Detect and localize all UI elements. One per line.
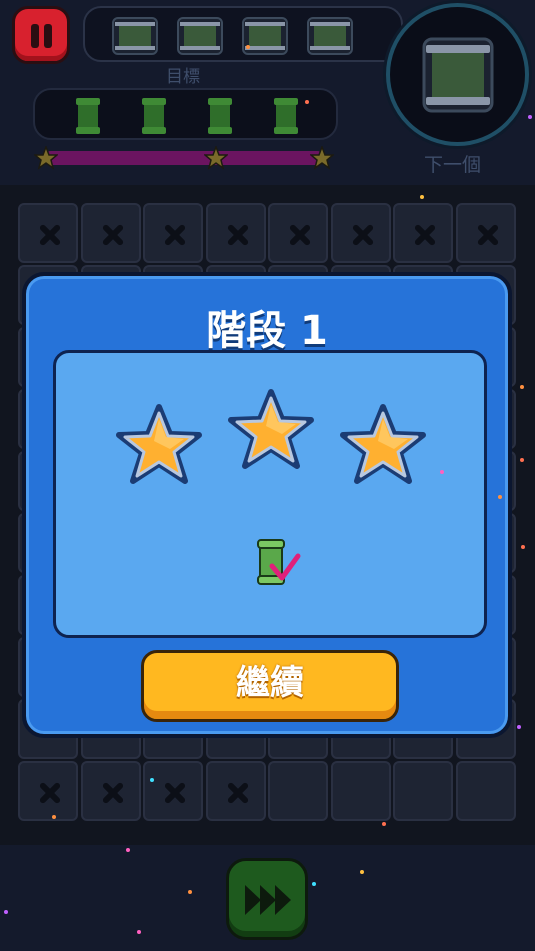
sparkle (188, 890, 192, 894)
sparkle (528, 115, 532, 119)
board-cell[interactable] (330, 761, 391, 821)
star-icon (228, 389, 314, 469)
pipe-queue (83, 6, 403, 62)
progress-fill (44, 151, 324, 165)
progress-star-icon (310, 146, 334, 170)
hud: 目標 下一個 (0, 0, 535, 185)
blocked-cell[interactable] (205, 761, 266, 821)
fast-forward-button[interactable] (226, 858, 308, 940)
blocked-cell[interactable] (393, 203, 453, 263)
next-label: 下一個 (424, 154, 482, 176)
sparkle (246, 45, 250, 49)
sparkle (126, 848, 130, 852)
green-pipe-icon (142, 98, 166, 134)
sparkle (4, 910, 8, 914)
stage-complete-dialog: 階段 1 繼續 (22, 272, 512, 738)
dialog-title: 階段 1 (206, 308, 328, 354)
queue-pipe-icon (112, 17, 158, 55)
queue-pipe-icon (242, 17, 288, 55)
progress-bar (44, 151, 324, 165)
blocked-cell[interactable] (80, 761, 141, 821)
pause-button[interactable] (12, 6, 70, 64)
queue-pipe-icon (307, 17, 353, 55)
results-panel (53, 350, 487, 638)
sparkle (520, 458, 524, 462)
star-icon (116, 404, 202, 484)
next-pipe-slot (386, 3, 529, 146)
sparkle (150, 778, 154, 782)
sparkle (52, 815, 56, 819)
progress-star-icon (34, 146, 58, 170)
sparkle (440, 470, 444, 474)
continue-button[interactable]: 繼續 (141, 650, 399, 722)
sparkle (137, 930, 141, 934)
pause-icon (31, 24, 39, 48)
green-pipe-check-icon (257, 539, 301, 585)
fast-forward-icon (245, 885, 291, 915)
board-cell[interactable] (268, 761, 328, 821)
blocked-cell[interactable] (80, 203, 141, 263)
blocked-cell[interactable] (143, 761, 203, 821)
green-pipe-icon (76, 98, 100, 134)
board-cell[interactable] (455, 761, 516, 821)
blocked-cell[interactable] (268, 203, 328, 263)
sparkle (517, 725, 521, 729)
star-icon (340, 404, 426, 484)
sparkle (360, 870, 364, 874)
blocked-cell[interactable] (330, 203, 391, 263)
sparkle (305, 100, 309, 104)
progress-star-icon (204, 146, 228, 170)
sparkle (420, 195, 424, 199)
blocked-cell[interactable] (143, 203, 203, 263)
sparkle (521, 545, 525, 549)
blocked-cell[interactable] (455, 203, 516, 263)
goal-panel (33, 88, 338, 140)
queue-pipe-icon (177, 17, 223, 55)
goal-label: 目標 (166, 67, 200, 87)
green-pipe-icon (274, 98, 298, 134)
green-pipe-icon (208, 98, 232, 134)
sparkle (382, 822, 386, 826)
sparkle (520, 385, 524, 389)
sparkle (498, 495, 502, 499)
sparkle (312, 882, 316, 886)
blocked-cell[interactable] (18, 761, 78, 821)
blocked-cell[interactable] (18, 203, 78, 263)
blocked-cell[interactable] (205, 203, 266, 263)
board-cell[interactable] (393, 761, 453, 821)
next-pipe-icon (422, 37, 494, 113)
